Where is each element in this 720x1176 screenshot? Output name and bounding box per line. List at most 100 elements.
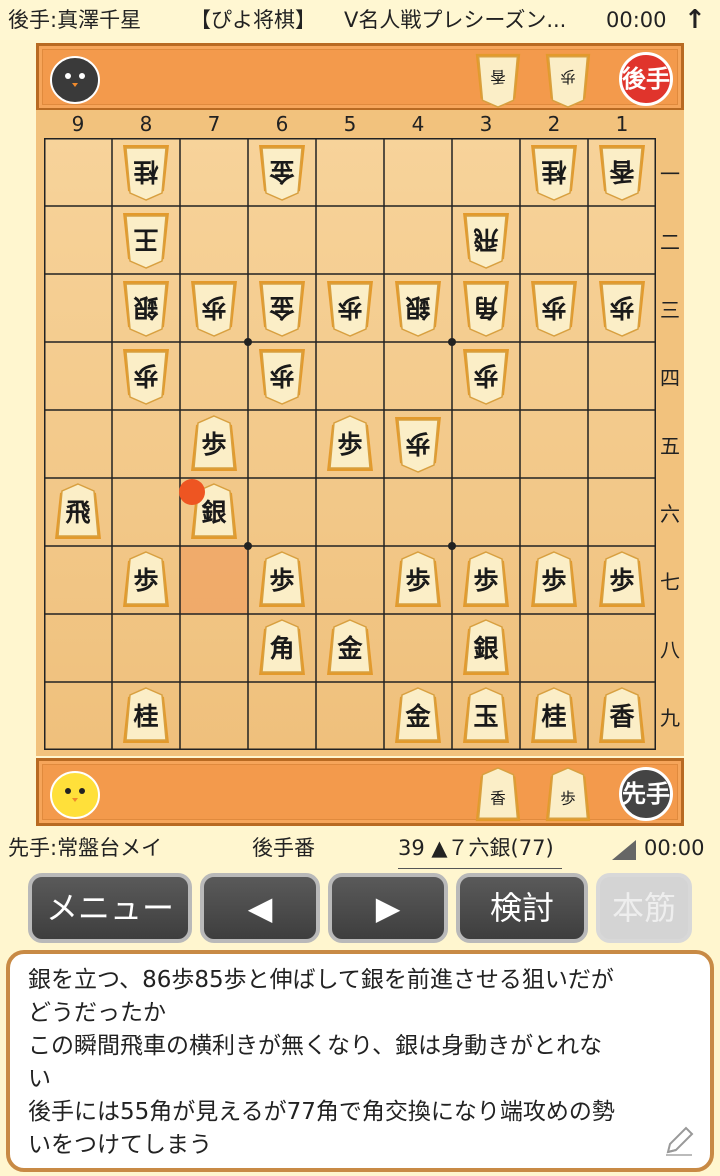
rank-label: 四	[660, 366, 680, 390]
svg-text:金: 金	[269, 157, 296, 186]
file-label: 4	[411, 112, 425, 136]
sente-piece-桂[interactable]: 桂	[119, 685, 173, 751]
gote-piece-歩[interactable]: 歩	[459, 345, 513, 411]
hand-piece-歩[interactable]: 歩	[541, 50, 595, 110]
sente-piece-香[interactable]: 香	[595, 685, 649, 751]
star-point	[244, 338, 252, 346]
shogi-board[interactable]: 桂金桂香王飛銀歩金歩銀角歩歩歩歩歩歩歩歩飛銀歩歩歩歩歩歩角金銀桂金玉桂香	[44, 138, 656, 750]
sente-piece-飛[interactable]: 飛	[51, 481, 105, 547]
sente-piece-歩[interactable]: 歩	[527, 549, 581, 615]
sente-piece-銀[interactable]: 銀	[459, 617, 513, 683]
event-name: V名人戦プレシーズン...	[344, 8, 567, 32]
gote-piece-銀[interactable]: 銀	[119, 277, 173, 343]
gote-piece-歩[interactable]: 歩	[323, 277, 377, 343]
gote-piece-金[interactable]: 金	[255, 277, 309, 343]
svg-text:香: 香	[490, 67, 505, 85]
svg-text:銀: 銀	[133, 293, 158, 322]
gote-piece-歩[interactable]: 歩	[595, 277, 649, 343]
svg-text:王: 王	[133, 225, 158, 254]
pencil-icon[interactable]	[662, 1124, 696, 1158]
comment-box[interactable]: 銀を立つ、86歩85歩と伸ばして銀を前進させる狙いだが どうだったか この瞬間飛…	[6, 950, 714, 1172]
sente-piece-歩[interactable]: 歩	[459, 549, 513, 615]
svg-text:金: 金	[404, 702, 431, 731]
svg-text:歩: 歩	[201, 430, 226, 459]
file-label: 6	[275, 112, 289, 136]
file-label: 1	[615, 112, 629, 136]
gote-piece-銀[interactable]: 銀	[391, 277, 445, 343]
svg-text:歩: 歩	[133, 361, 158, 390]
svg-text:銀: 銀	[473, 634, 498, 663]
mainline-button: 本筋	[596, 873, 692, 943]
gote-piece-歩[interactable]: 歩	[255, 345, 309, 411]
svg-text:飛: 飛	[65, 498, 90, 527]
prev-move-button[interactable]: ◀	[200, 873, 320, 943]
sente-piece-角[interactable]: 角	[255, 617, 309, 683]
svg-text:歩: 歩	[337, 293, 362, 322]
hand-piece-歩[interactable]: 歩	[541, 765, 595, 825]
rank-label: 六	[660, 502, 680, 526]
svg-text:歩: 歩	[473, 361, 498, 390]
svg-text:角: 角	[473, 293, 498, 322]
file-label: 5	[343, 112, 357, 136]
svg-text:角: 角	[269, 634, 294, 663]
black-chick-icon[interactable]	[47, 50, 103, 106]
gote-badge: 後手	[619, 52, 673, 106]
sente-piece-tray: 香 歩 先手	[36, 758, 684, 826]
yellow-chick-icon[interactable]	[47, 765, 103, 821]
gote-piece-角[interactable]: 角	[459, 277, 513, 343]
up-arrow-icon[interactable]: ↑	[684, 0, 706, 40]
star-point	[244, 542, 252, 550]
sente-piece-歩[interactable]: 歩	[323, 413, 377, 479]
svg-text:歩: 歩	[560, 67, 575, 85]
gote-piece-飛[interactable]: 飛	[459, 209, 513, 275]
svg-text:金: 金	[336, 634, 363, 663]
svg-text:歩: 歩	[541, 293, 566, 322]
gote-piece-桂[interactable]: 桂	[527, 141, 581, 207]
file-label: 2	[547, 112, 561, 136]
hand-piece-香[interactable]: 香	[471, 765, 525, 825]
gote-piece-歩[interactable]: 歩	[187, 277, 241, 343]
sente-piece-歩[interactable]: 歩	[595, 549, 649, 615]
next-move-button[interactable]: ▶	[328, 873, 448, 943]
svg-text:歩: 歩	[269, 566, 294, 595]
svg-text:歩: 歩	[337, 430, 362, 459]
svg-text:歩: 歩	[473, 566, 498, 595]
svg-text:飛: 飛	[473, 225, 498, 254]
analyze-button[interactable]: 検討	[456, 873, 588, 943]
gote-piece-桂[interactable]: 桂	[119, 141, 173, 207]
gote-clock: 00:00	[606, 8, 667, 32]
sente-piece-桂[interactable]: 桂	[527, 685, 581, 751]
hand-piece-香[interactable]: 香	[471, 50, 525, 110]
file-label: 9	[71, 112, 85, 136]
move-display[interactable]: 39 ▲７六銀(77)	[398, 828, 562, 869]
svg-text:桂: 桂	[133, 702, 158, 731]
menu-button[interactable]: メニュー	[28, 873, 192, 943]
sente-piece-歩[interactable]: 歩	[119, 549, 173, 615]
dropdown-corner-icon[interactable]	[612, 840, 636, 860]
sente-piece-玉[interactable]: 玉	[459, 685, 513, 751]
gote-piece-歩[interactable]: 歩	[527, 277, 581, 343]
sente-piece-金[interactable]: 金	[323, 617, 377, 683]
svg-text:歩: 歩	[609, 566, 634, 595]
gote-piece-歩[interactable]: 歩	[391, 413, 445, 479]
svg-text:桂: 桂	[541, 157, 566, 186]
svg-text:玉: 玉	[473, 702, 498, 731]
svg-text:香: 香	[490, 790, 505, 808]
sente-piece-歩[interactable]: 歩	[255, 549, 309, 615]
sente-piece-歩[interactable]: 歩	[187, 413, 241, 479]
gote-piece-香[interactable]: 香	[595, 141, 649, 207]
sente-piece-金[interactable]: 金	[391, 685, 445, 751]
sente-piece-歩[interactable]: 歩	[391, 549, 445, 615]
last-move-from-highlight	[180, 546, 248, 614]
rank-label: 三	[660, 298, 680, 322]
file-label: 8	[139, 112, 153, 136]
svg-text:歩: 歩	[269, 361, 294, 390]
rank-label: 一	[660, 162, 680, 186]
svg-text:歩: 歩	[133, 566, 158, 595]
gote-piece-王[interactable]: 王	[119, 209, 173, 275]
rank-label: 二	[660, 230, 680, 254]
gote-piece-歩[interactable]: 歩	[119, 345, 173, 411]
gote-piece-金[interactable]: 金	[255, 141, 309, 207]
svg-text:歩: 歩	[405, 429, 430, 458]
last-move-marker	[179, 479, 205, 505]
